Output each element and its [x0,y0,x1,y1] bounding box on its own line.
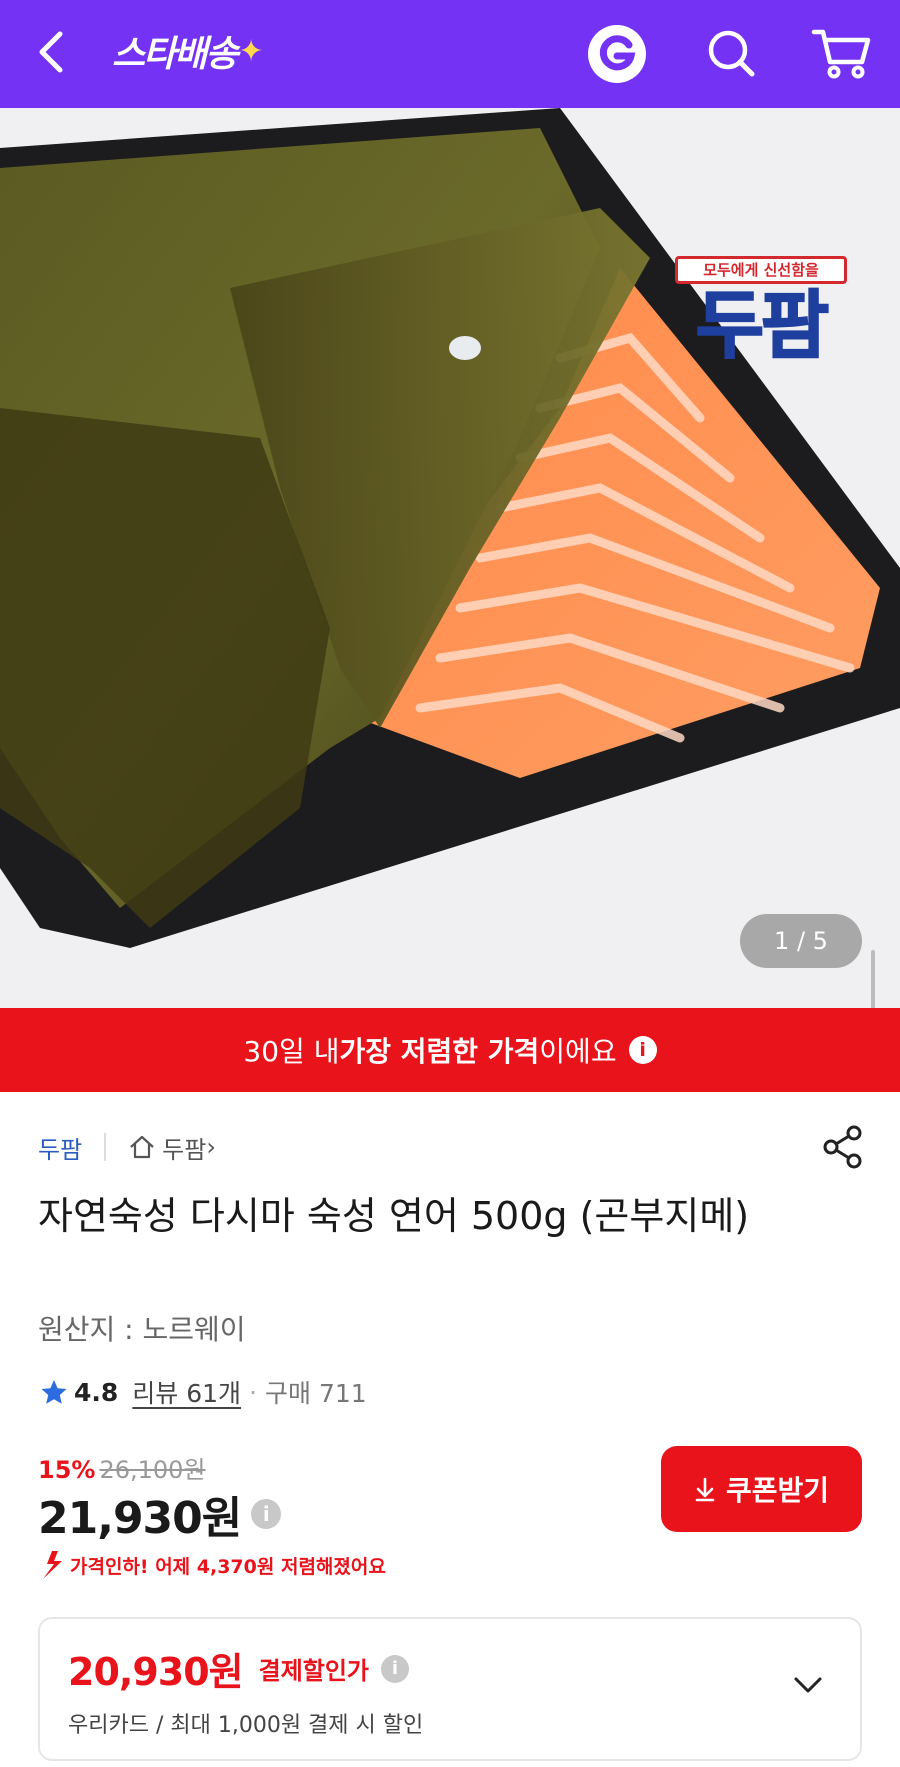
top-app-bar: 스타배송 ✦ [0,0,900,108]
home-icon [130,1135,154,1159]
coupon-download-button[interactable]: 쿠폰받기 [661,1446,862,1532]
search-icon [708,30,755,77]
brand-logo-text: 두팜 [695,283,830,369]
g-logo-icon [588,25,646,83]
chevron-down-icon [794,1677,822,1693]
price-drop-notice: 가격인하! 어제 4,370원 저렴해졌어요 [38,1550,386,1580]
price-drop-text: 가격인하! 어제 4,370원 저렴해졌어요 [70,1555,386,1578]
sparkle-icon: ✦ [238,33,263,69]
download-arrow-icon [695,1477,715,1502]
original-price: 26,100원 [99,1456,206,1484]
salmon-kelp-photo [0,108,900,1008]
purchase-count: 구매 711 [265,1379,367,1408]
chevron-left-icon [39,31,63,73]
separator-dot: · [249,1377,258,1407]
chevron-right-icon: › [206,1133,216,1161]
g-home-button[interactable] [586,23,648,85]
discount-row: 15% 26,100원 [38,1450,206,1485]
card-discount-box[interactable]: 20,930원 결제할인가 i 우리카드 / 최대 1,000원 결제 시 할인 [38,1617,862,1761]
brand-badge: 모두에게 신선함을 두팜 [672,256,850,369]
share-icon [823,1125,862,1169]
cart-icon [811,29,871,79]
sale-price: 21,930원 [38,1493,242,1544]
image-page-indicator: 1 / 5 [740,914,862,968]
lowest-price-banner[interactable]: 30일 내 가장 저렴한 가격 이에요 i [0,1008,900,1092]
price-info-icon[interactable]: i [251,1499,282,1529]
service-logo[interactable]: 스타배송 ✦ [112,26,264,76]
card-discount-description: 우리카드 / 최대 1,000원 결제 시 할인 [68,1713,424,1738]
star-icon [41,1380,67,1404]
rating-row: 4.8 리뷰 61개 · 구매 711 [40,1372,367,1412]
review-count-link[interactable]: 리뷰 61개 [132,1374,241,1410]
price-row: 21,930원 i [38,1482,282,1546]
card-price-row: 20,930원 결제할인가 i [68,1641,410,1696]
product-title: 자연숙성 다시마 숙성 연어 500g (곤부지메) [38,1194,750,1238]
price-down-arrow-icon [43,1551,62,1579]
brand-slogan: 모두에게 신선함을 [675,256,847,284]
scrollbar-thumb [871,950,875,1008]
share-button[interactable] [820,1124,866,1170]
product-image-carousel[interactable]: 모두에게 신선함을 두팜 [0,108,900,1008]
store-link-label: 두팜 [162,1135,207,1164]
banner-prefix: 30일 내 [243,1035,340,1068]
service-logo-text: 스타배송 [112,34,238,75]
divider [104,1133,107,1161]
cart-button[interactable] [808,22,876,84]
product-origin: 원산지 : 노르웨이 [38,1313,246,1346]
back-button[interactable] [30,22,80,82]
info-icon[interactable]: i [628,1036,657,1064]
seller-name-link[interactable]: 두팜 [38,1130,82,1165]
card-info-icon[interactable]: i [381,1654,410,1683]
card-discount-price: 20,930원 [68,1650,244,1694]
coupon-button-label: 쿠폰받기 [725,1474,830,1507]
seller-row: 두팜 두팜 › [38,1127,216,1167]
card-discount-label: 결제할인가 [258,1657,370,1685]
expand-button[interactable] [788,1665,828,1705]
search-button[interactable] [700,22,762,84]
store-link[interactable]: 두팜 › [128,1130,216,1165]
discount-rate: 15% [38,1456,96,1484]
banner-highlight: 가장 저렴한 가격 [339,1035,540,1068]
rating-score: 4.8 [74,1377,119,1407]
banner-suffix: 이에요 [539,1035,617,1068]
